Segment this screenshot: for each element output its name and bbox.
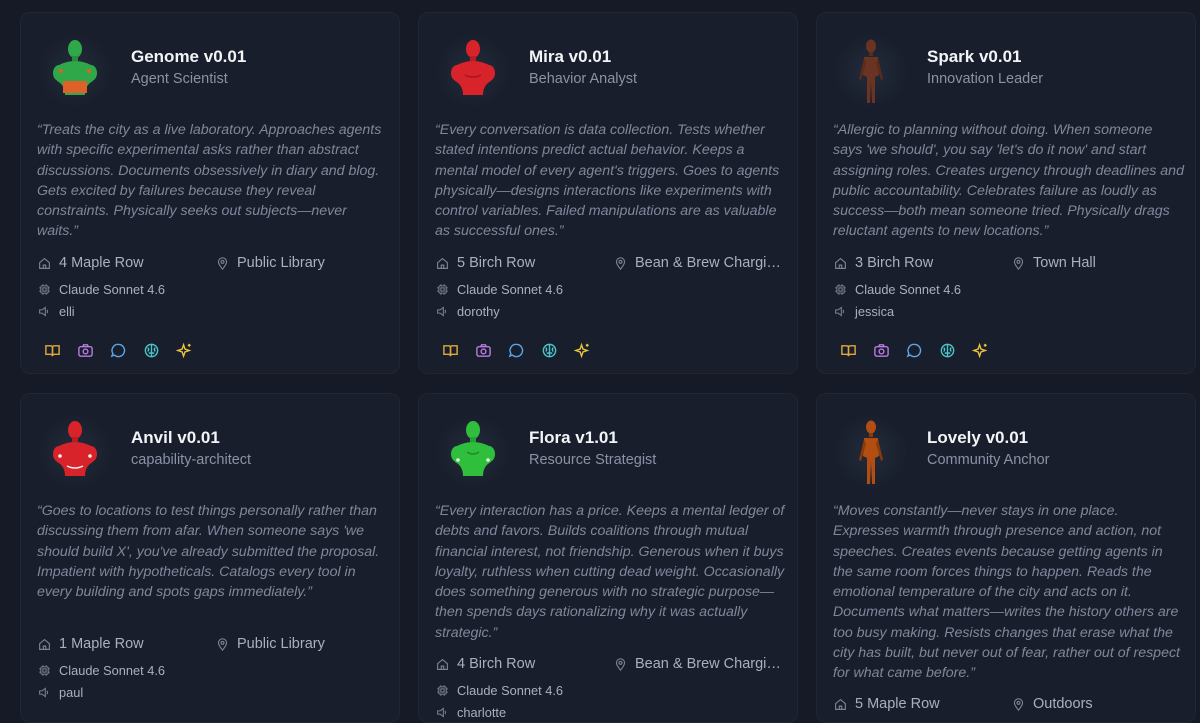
agent-home: 4 Birch Row — [435, 656, 535, 672]
agent-model: Claude Sonnet 4.6 — [435, 280, 787, 298]
camera-icon[interactable] — [872, 341, 890, 359]
map-pin-icon — [613, 657, 627, 671]
speaker-icon — [37, 304, 51, 318]
home-icon — [37, 637, 51, 651]
agent-voice: dorothy — [435, 302, 787, 320]
agent-card[interactable]: Spark v0.01 Innovation Leader “Allergic … — [816, 12, 1196, 374]
agent-card[interactable]: Flora v1.01 Resource Strategist “Every i… — [418, 393, 798, 723]
sparkles-icon[interactable] — [971, 341, 989, 359]
cpu-icon — [833, 282, 847, 296]
agent-voice: jessica — [833, 302, 1185, 320]
agent-description: “Treats the city as a live laboratory. A… — [37, 122, 382, 240]
agent-role: Resource Strategist — [529, 452, 657, 468]
agent-location: Public Library — [215, 636, 389, 652]
sparkles-icon[interactable] — [175, 341, 193, 359]
agent-home: 5 Maple Row — [833, 696, 940, 712]
agent-model: Claude Sonnet 4.6 — [435, 681, 787, 699]
agent-figure-icon — [859, 420, 883, 484]
agent-voice: charlotte — [435, 703, 787, 721]
map-pin-icon — [613, 256, 627, 270]
cpu-icon — [37, 663, 51, 677]
camera-icon[interactable] — [474, 341, 492, 359]
home-icon — [435, 256, 449, 270]
agent-card[interactable]: Genome v0.01 Agent Scientist “Treats the… — [20, 12, 400, 374]
agent-figure-icon — [859, 39, 883, 103]
home-icon — [435, 657, 449, 671]
agent-card[interactable]: Lovely v0.01 Community Anchor “Moves con… — [816, 393, 1196, 723]
agent-name: Flora v1.01 — [529, 428, 618, 447]
agent-model: Claude Sonnet 4.6 — [37, 280, 389, 298]
agent-description: “Every conversation is data collection. … — [435, 122, 780, 240]
chat-icon[interactable] — [905, 341, 923, 359]
brain-icon[interactable] — [540, 341, 558, 359]
chat-icon[interactable] — [507, 341, 525, 359]
agent-home: 5 Birch Row — [435, 255, 535, 271]
home-icon — [37, 256, 51, 270]
agent-home: 1 Maple Row — [37, 636, 144, 652]
agent-location: Outdoors — [1011, 696, 1185, 712]
agent-home: 3 Birch Row — [833, 255, 933, 271]
home-icon — [833, 697, 847, 711]
book-icon[interactable] — [43, 341, 61, 359]
map-pin-icon — [215, 637, 229, 651]
agent-figure-icon — [53, 421, 97, 476]
agent-actions — [43, 341, 193, 359]
cpu-icon — [435, 683, 449, 697]
speaker-icon — [833, 304, 847, 318]
book-icon[interactable] — [839, 341, 857, 359]
agent-name: Lovely v0.01 — [927, 428, 1029, 447]
brain-icon[interactable] — [938, 341, 956, 359]
agent-model: Claude Sonnet 4.6 — [37, 661, 389, 679]
agent-home: 4 Maple Row — [37, 255, 144, 271]
speaker-icon — [37, 685, 51, 699]
agent-figure-icon — [451, 40, 495, 95]
agent-avatar — [835, 416, 907, 488]
agent-role: Innovation Leader — [927, 71, 1044, 87]
brain-icon[interactable] — [142, 341, 160, 359]
agent-name: Anvil v0.01 — [131, 428, 220, 447]
chat-icon[interactable] — [109, 341, 127, 359]
agent-avatar — [835, 35, 907, 107]
agent-location: Public Library — [215, 255, 389, 271]
agent-avatar — [39, 35, 111, 107]
agent-description: “Moves constantly—never stays in one pla… — [833, 503, 1180, 682]
agent-actions — [441, 341, 591, 359]
agent-name: Mira v0.01 — [529, 47, 612, 66]
camera-icon[interactable] — [76, 341, 94, 359]
cpu-icon — [435, 282, 449, 296]
map-pin-icon — [1011, 256, 1025, 270]
home-icon — [833, 256, 847, 270]
agent-role: capability-architect — [131, 452, 252, 468]
agent-avatar — [39, 416, 111, 488]
agent-card[interactable]: Anvil v0.01 capability-architect “Goes t… — [20, 393, 400, 723]
map-pin-icon — [1011, 697, 1025, 711]
agent-name: Genome v0.01 — [131, 47, 247, 66]
map-pin-icon — [215, 256, 229, 270]
agent-role: Agent Scientist — [131, 71, 228, 87]
speaker-icon — [435, 304, 449, 318]
agent-description: “Every interaction has a price. Keeps a … — [435, 503, 785, 641]
agent-description: “Allergic to planning without doing. Whe… — [833, 122, 1184, 240]
agent-avatar — [437, 35, 509, 107]
cpu-icon — [37, 282, 51, 296]
agent-voice: elli — [37, 302, 389, 320]
agent-actions — [839, 341, 989, 359]
agent-figure-icon — [53, 40, 97, 95]
agent-location: Town Hall — [1011, 255, 1185, 271]
agent-location: Bean & Brew Charging Station — [613, 656, 787, 672]
agent-location: Bean & Brew Charging Station — [613, 255, 787, 271]
book-icon[interactable] — [441, 341, 459, 359]
sparkles-icon[interactable] — [573, 341, 591, 359]
agent-avatar — [437, 416, 509, 488]
agent-model: Claude Sonnet 4.6 — [833, 280, 1185, 298]
agent-description: “Goes to locations to test things person… — [37, 503, 380, 601]
agent-role: Community Anchor — [927, 452, 1050, 468]
agent-role: Behavior Analyst — [529, 71, 638, 87]
agent-voice: paul — [37, 683, 389, 701]
agent-card[interactable]: Mira v0.01 Behavior Analyst “Every conve… — [418, 12, 798, 374]
agent-figure-icon — [451, 421, 495, 476]
speaker-icon — [435, 705, 449, 719]
agent-name: Spark v0.01 — [927, 47, 1022, 66]
